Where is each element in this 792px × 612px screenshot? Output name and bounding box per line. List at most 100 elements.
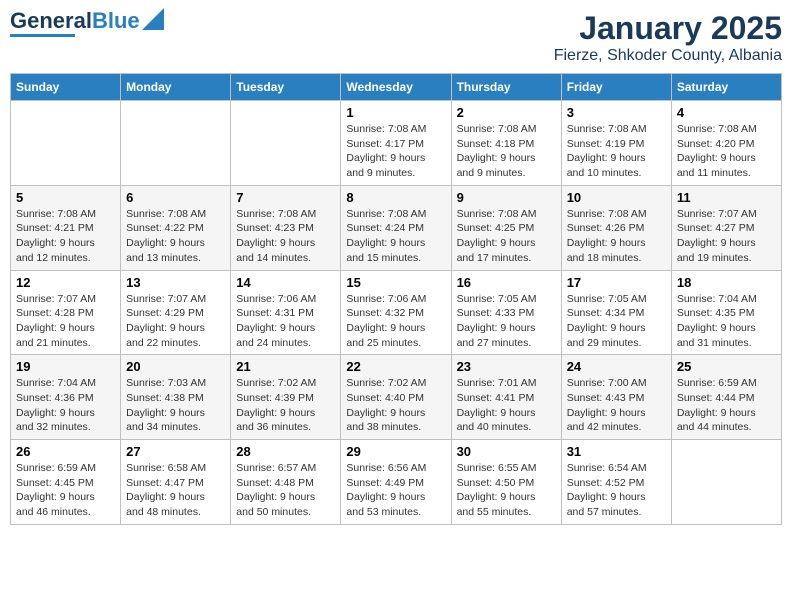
calendar-title: January 2025 [554,10,782,47]
day-of-week-header: Sunday [11,74,121,101]
day-number: 5 [16,190,115,205]
calendar-day-cell: 26 Sunrise: 6:59 AMSunset: 4:45 PMDayligh… [11,440,121,525]
calendar-day-cell: 3Sunrise: 7:08 AMSunset: 4:19 PMDaylight… [561,101,671,186]
calendar-table: SundayMondayTuesdayWednesdayThursdayFrid… [10,73,782,525]
day-info: Sunrise: 7:08 AMSunset: 4:22 PMDaylight:… [126,207,225,266]
day-number: 30 [457,444,556,459]
day-info: Sunrise: 7:08 AMSunset: 4:17 PMDaylight:… [346,122,445,181]
calendar-day-cell: 20Sunrise: 7:03 AMSunset: 4:38 PMDayligh… [121,355,231,440]
day-number: 4 [677,105,776,120]
day-number: 13 [126,275,225,290]
calendar-day-cell: 9 Sunrise: 7:08 AMSunset: 4:25 PMDaylight… [451,185,561,270]
day-info: Sunrise: 6:59 AMSunset: 4:45 PMDaylight:… [16,461,115,520]
day-info: Sunrise: 7:07 AMSunset: 4:28 PMDaylight:… [16,292,115,351]
calendar-day-cell: 15Sunrise: 7:06 AMSunset: 4:32 PMDayligh… [341,270,451,355]
calendar-day-cell: 25 Sunrise: 6:59 AMSunset: 4:44 PMDayligh… [671,355,781,440]
day-info: Sunrise: 7:04 AMSunset: 4:35 PMDaylight:… [677,292,776,351]
day-info: Sunrise: 7:06 AMSunset: 4:32 PMDaylight:… [346,292,445,351]
day-of-week-header: Tuesday [231,74,341,101]
day-info: Sunrise: 6:55 AMSunset: 4:50 PMDaylight:… [457,461,556,520]
calendar-day-cell: 17 Sunrise: 7:05 AMSunset: 4:34 PMDayligh… [561,270,671,355]
calendar-day-cell: 2 Sunrise: 7:08 AMSunset: 4:18 PMDaylight… [451,101,561,186]
calendar-day-cell: 12 Sunrise: 7:07 AMSunset: 4:28 PMDayligh… [11,270,121,355]
day-of-week-header: Monday [121,74,231,101]
calendar-day-cell: 6 Sunrise: 7:08 AMSunset: 4:22 PMDaylight… [121,185,231,270]
day-info: Sunrise: 7:08 AMSunset: 4:23 PMDaylight:… [236,207,335,266]
day-info: Sunrise: 7:05 AMSunset: 4:34 PMDaylight:… [567,292,666,351]
calendar-day-cell: 27 Sunrise: 6:58 AMSunset: 4:47 PMDayligh… [121,440,231,525]
day-number: 18 [677,275,776,290]
day-info: Sunrise: 7:07 AMSunset: 4:29 PMDaylight:… [126,292,225,351]
day-number: 17 [567,275,666,290]
day-number: 31 [567,444,666,459]
day-info: Sunrise: 7:07 AMSunset: 4:27 PMDaylight:… [677,207,776,266]
day-info: Sunrise: 7:05 AMSunset: 4:33 PMDaylight:… [457,292,556,351]
day-of-week-header: Wednesday [341,74,451,101]
calendar-day-cell: 13 Sunrise: 7:07 AMSunset: 4:29 PMDayligh… [121,270,231,355]
day-number: 14 [236,275,335,290]
calendar-day-cell: 7 Sunrise: 7:08 AMSunset: 4:23 PMDaylight… [231,185,341,270]
calendar-day-cell: 14 Sunrise: 7:06 AMSunset: 4:31 PMDayligh… [231,270,341,355]
day-info: Sunrise: 6:58 AMSunset: 4:47 PMDaylight:… [126,461,225,520]
calendar-day-cell: 18 Sunrise: 7:04 AMSunset: 4:35 PMDayligh… [671,270,781,355]
calendar-day-cell: 30 Sunrise: 6:55 AMSunset: 4:50 PMDayligh… [451,440,561,525]
day-number: 6 [126,190,225,205]
day-info: Sunrise: 7:04 AMSunset: 4:36 PMDaylight:… [16,376,115,435]
day-number: 19 [16,359,115,374]
day-number: 22 [346,359,445,374]
calendar-day-cell: 19 Sunrise: 7:04 AMSunset: 4:36 PMDayligh… [11,355,121,440]
day-info: Sunrise: 7:01 AMSunset: 4:41 PMDaylight:… [457,376,556,435]
calendar-day-cell [671,440,781,525]
calendar-day-cell [121,101,231,186]
day-number: 11 [677,190,776,205]
day-number: 2 [457,105,556,120]
day-number: 12 [16,275,115,290]
day-number: 21 [236,359,335,374]
calendar-day-cell [11,101,121,186]
day-number: 27 [126,444,225,459]
calendar-week-row: 12 Sunrise: 7:07 AMSunset: 4:28 PMDayligh… [11,270,782,355]
day-number: 8 [346,190,445,205]
day-number: 20 [126,359,225,374]
calendar-day-cell: 29 Sunrise: 6:56 AMSunset: 4:49 PMDayligh… [341,440,451,525]
calendar-day-cell: 24Sunrise: 7:00 AMSunset: 4:43 PMDayligh… [561,355,671,440]
calendar-day-cell: 21 Sunrise: 7:02 AMSunset: 4:39 PMDayligh… [231,355,341,440]
logo-arrow-icon [142,8,164,30]
day-info: Sunrise: 7:08 AMSunset: 4:20 PMDaylight:… [677,122,776,181]
day-of-week-header: Thursday [451,74,561,101]
day-number: 29 [346,444,445,459]
calendar-day-cell: 11 Sunrise: 7:07 AMSunset: 4:27 PMDayligh… [671,185,781,270]
day-info: Sunrise: 7:08 AMSunset: 4:26 PMDaylight:… [567,207,666,266]
calendar-header-row: SundayMondayTuesdayWednesdayThursdayFrid… [11,74,782,101]
page-header: GeneralBlue January 2025 Fierze, Shkoder… [10,10,782,65]
day-info: Sunrise: 7:08 AMSunset: 4:24 PMDaylight:… [346,207,445,266]
calendar-day-cell: 28Sunrise: 6:57 AMSunset: 4:48 PMDayligh… [231,440,341,525]
calendar-day-cell: 10Sunrise: 7:08 AMSunset: 4:26 PMDayligh… [561,185,671,270]
calendar-week-row: 1Sunrise: 7:08 AMSunset: 4:17 PMDaylight… [11,101,782,186]
calendar-day-cell: 16 Sunrise: 7:05 AMSunset: 4:33 PMDayligh… [451,270,561,355]
logo: GeneralBlue [10,10,164,37]
calendar-day-cell: 22 Sunrise: 7:02 AMSunset: 4:40 PMDayligh… [341,355,451,440]
day-info: Sunrise: 7:02 AMSunset: 4:39 PMDaylight:… [236,376,335,435]
calendar-week-row: 5Sunrise: 7:08 AMSunset: 4:21 PMDaylight… [11,185,782,270]
day-number: 16 [457,275,556,290]
calendar-week-row: 19 Sunrise: 7:04 AMSunset: 4:36 PMDayligh… [11,355,782,440]
day-info: Sunrise: 7:08 AMSunset: 4:18 PMDaylight:… [457,122,556,181]
day-info: Sunrise: 6:59 AMSunset: 4:44 PMDaylight:… [677,376,776,435]
day-number: 9 [457,190,556,205]
day-number: 7 [236,190,335,205]
day-info: Sunrise: 6:57 AMSunset: 4:48 PMDaylight:… [236,461,335,520]
calendar-week-row: 26 Sunrise: 6:59 AMSunset: 4:45 PMDayligh… [11,440,782,525]
logo-underline [10,34,75,37]
day-number: 26 [16,444,115,459]
day-info: Sunrise: 6:56 AMSunset: 4:49 PMDaylight:… [346,461,445,520]
calendar-day-cell: 1Sunrise: 7:08 AMSunset: 4:17 PMDaylight… [341,101,451,186]
calendar-day-cell: 8 Sunrise: 7:08 AMSunset: 4:24 PMDaylight… [341,185,451,270]
day-number: 24 [567,359,666,374]
day-number: 25 [677,359,776,374]
day-number: 3 [567,105,666,120]
day-info: Sunrise: 7:08 AMSunset: 4:25 PMDaylight:… [457,207,556,266]
day-info: Sunrise: 7:02 AMSunset: 4:40 PMDaylight:… [346,376,445,435]
logo-text: GeneralBlue [10,10,140,32]
day-info: Sunrise: 7:06 AMSunset: 4:31 PMDaylight:… [236,292,335,351]
